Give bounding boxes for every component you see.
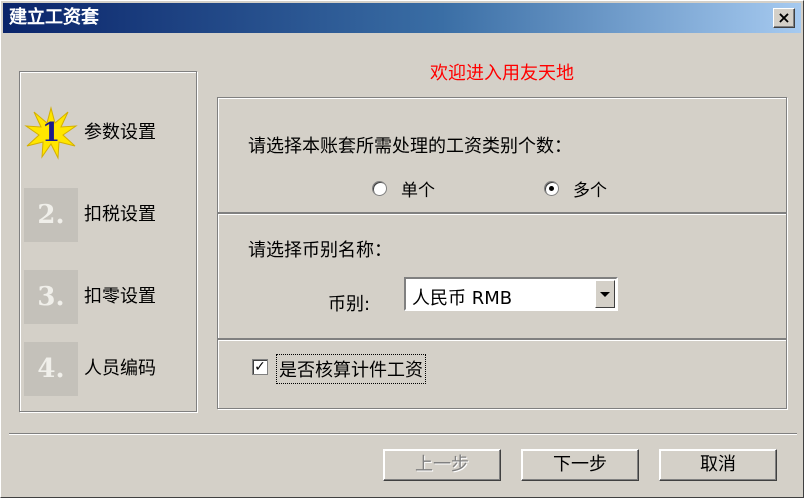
category-count-group: 请选择本账套所需处理的工资类别个数： 单个 多个: [217, 97, 787, 213]
dialog-window: 建立工资套 × 1 参数设置 2. 扣税设置 3. 扣零设置 4. 人员编码 欢…: [0, 0, 804, 498]
piecework-label[interactable]: 是否核算计件工资: [276, 354, 426, 384]
step-4-label: 人员编码: [84, 358, 156, 379]
currency-field-label: 币别:: [328, 294, 371, 315]
close-button[interactable]: ×: [773, 8, 795, 28]
step-2: 2. 扣税设置: [24, 188, 194, 242]
piecework-group: ✓ 是否核算计件工资: [217, 339, 787, 409]
wizard-steps-panel: 1 参数设置 2. 扣税设置 3. 扣零设置 4. 人员编码: [19, 71, 197, 412]
radio-single-dot[interactable]: [372, 181, 387, 196]
step-1: 1 参数设置: [24, 106, 194, 160]
prev-button[interactable]: 上一步: [383, 449, 501, 481]
radio-single[interactable]: 单个: [372, 176, 435, 201]
category-count-question: 请选择本账套所需处理的工资类别个数：: [248, 136, 572, 157]
welcome-text: 欢迎进入用友天地: [430, 63, 574, 84]
currency-select[interactable]: 人民币 RMB: [404, 277, 618, 311]
currency-select-value: 人民币 RMB: [412, 288, 513, 309]
step-3-label: 扣零设置: [84, 286, 156, 307]
radio-multiple-label: 多个: [573, 181, 607, 201]
cancel-button[interactable]: 取消: [659, 449, 777, 481]
step-3-number-icon: 3.: [24, 270, 78, 324]
currency-question: 请选择币别名称：: [248, 240, 392, 261]
title-bar[interactable]: 建立工资套 ×: [3, 3, 801, 33]
next-button[interactable]: 下一步: [521, 449, 639, 481]
radio-multiple-dot[interactable]: [544, 181, 559, 196]
step-4-number-icon: 4.: [24, 342, 78, 396]
window-title: 建立工资套: [9, 7, 99, 28]
radio-single-label: 单个: [401, 181, 435, 201]
step-1-label: 参数设置: [84, 122, 156, 143]
close-icon: ×: [777, 8, 791, 27]
currency-group: 请选择币别名称： 币别: 人民币 RMB: [217, 213, 787, 339]
radio-multiple[interactable]: 多个: [544, 176, 607, 201]
step-3: 3. 扣零设置: [24, 270, 194, 324]
step-2-number-icon: 2.: [24, 188, 78, 242]
footer-divider: [9, 433, 797, 435]
chevron-down-icon[interactable]: [595, 280, 615, 308]
piecework-checkbox[interactable]: ✓: [252, 359, 268, 375]
step-2-label: 扣税设置: [84, 204, 156, 225]
step-4: 4. 人员编码: [24, 342, 194, 396]
step-1-number-icon: 1: [24, 106, 78, 160]
